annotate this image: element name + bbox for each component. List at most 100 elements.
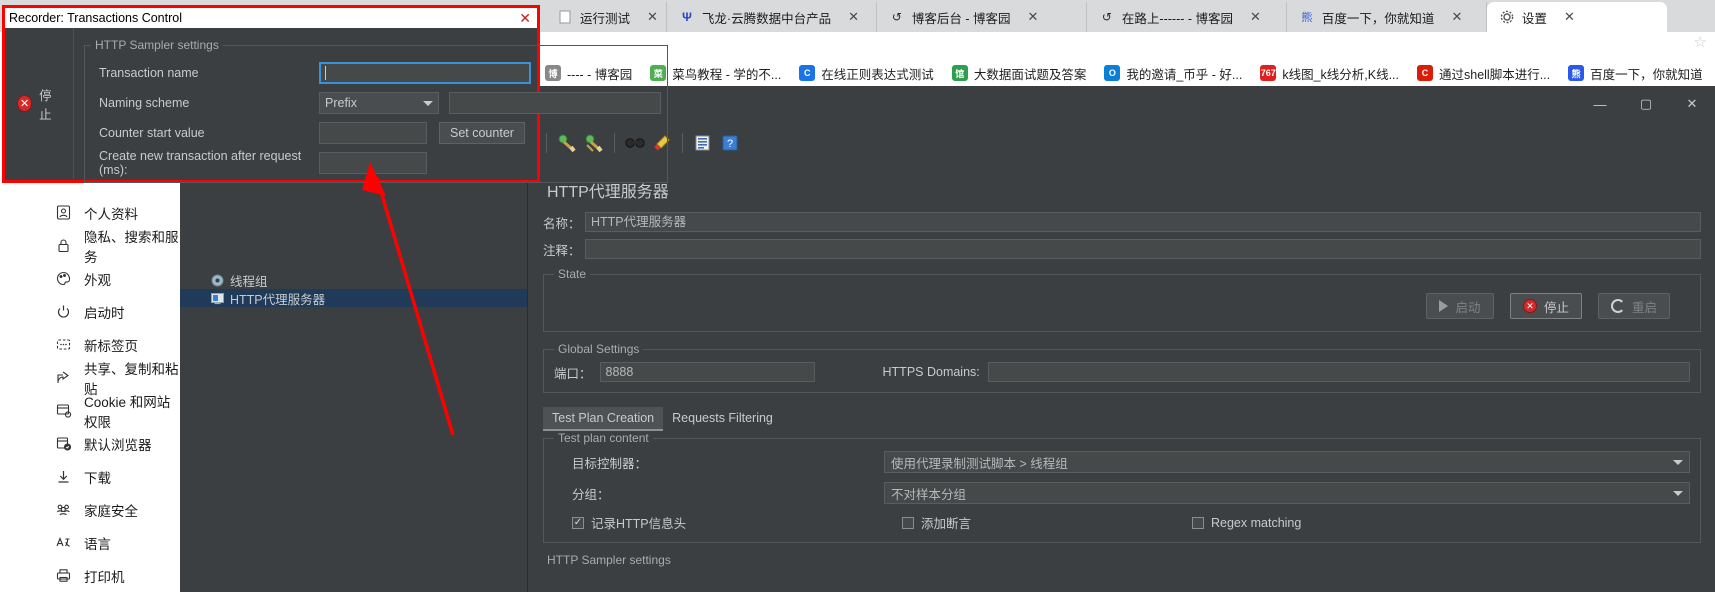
play-icon: [1439, 300, 1449, 312]
sidebar-item-11[interactable]: 打印机: [0, 559, 180, 592]
transaction-name-input[interactable]: [319, 62, 531, 84]
close-button[interactable]: ✕: [1669, 86, 1715, 122]
tab-close-icon[interactable]: ✕: [848, 9, 859, 25]
sidebar-item-1[interactable]: 隐私、搜索和服务: [0, 229, 180, 265]
browser-tab[interactable]: Ψ 飞龙·云腾数据中台产品 ✕: [667, 2, 877, 32]
profile-icon: [55, 204, 72, 221]
browser-tab[interactable]: ↺ 博客后台 - 博客园 ✕: [877, 2, 1087, 32]
browser-tab[interactable]: ↺ 在路上------ - 博客园 ✕: [1087, 2, 1287, 32]
port-label: 端口：: [554, 366, 592, 381]
tab-label: 博客后台 - 博客园: [911, 11, 1011, 26]
power-icon: [55, 303, 72, 320]
tab-requests-filtering[interactable]: Requests Filtering: [663, 407, 782, 431]
tree-node-0[interactable]: 线程组: [180, 271, 527, 289]
tree-node-1[interactable]: HTTP代理服务器: [180, 289, 527, 307]
function-helper-icon[interactable]: [692, 132, 714, 154]
sidebar-item-2[interactable]: 外观: [0, 262, 180, 295]
page-title: HTTP代理服务器: [547, 184, 669, 201]
chevron-down-icon: [423, 100, 433, 106]
port-input[interactable]: 8888: [599, 362, 815, 382]
bookmark-item[interactable]: C 在线正则表达式测试: [799, 64, 934, 83]
comment-input[interactable]: [585, 239, 1701, 259]
tab-close-icon[interactable]: ✕: [1451, 9, 1462, 25]
tab-close-icon[interactable]: ✕: [1028, 9, 1039, 25]
palette-icon: [55, 270, 72, 287]
checkbox-regex-matching[interactable]: Regex matching: [1192, 516, 1301, 530]
interview-icon: 馆: [951, 65, 968, 81]
http-sampler-settings-legend: HTTP Sampler settings: [95, 38, 219, 52]
bookmark-label: 通过shell脚本进行...: [1439, 67, 1551, 82]
bookmark-item[interactable]: 767 k线图_k线分析,K线...: [1260, 64, 1399, 83]
thread-group-icon: [210, 273, 224, 287]
new-transaction-input[interactable]: [319, 152, 427, 174]
comment-field-row: 注释：: [543, 239, 1701, 259]
restart-button[interactable]: 重启: [1597, 293, 1670, 319]
checkbox-record-http-headers[interactable]: ✓ 记录HTTP信息头: [572, 513, 902, 532]
naming-scheme-extra-input[interactable]: [449, 92, 661, 114]
bookmark-item[interactable]: C 通过shell脚本进行...: [1417, 64, 1550, 83]
checkbox-label: 记录HTTP信息头: [591, 517, 687, 531]
close-icon[interactable]: ✕: [519, 10, 531, 27]
naming-scheme-row: Naming scheme Prefix: [91, 90, 661, 116]
bookmark-item[interactable]: 熊百度一下，你就知道: [1568, 64, 1703, 83]
collections-star-icon[interactable]: ☆: [1694, 33, 1707, 51]
sidebar-item-9[interactable]: 家庭安全: [0, 493, 180, 526]
language-icon: [55, 534, 72, 551]
sidebar-item-label: 个人资料: [84, 206, 138, 222]
target-controller-label: 目标控制器：: [572, 456, 648, 471]
tab-close-icon[interactable]: ✕: [1250, 9, 1261, 25]
sidebar-item-8[interactable]: 下载: [0, 460, 180, 493]
https-domains-input[interactable]: [987, 362, 1690, 382]
recorder-stop-label: 停止: [39, 88, 52, 122]
bookmark-item[interactable]: 馆大数据面试题及答案: [951, 64, 1086, 83]
sidebar-item-5[interactable]: 共享、复制和粘贴: [0, 361, 180, 397]
bookmark-label: 我的邀请_币乎 - 好...: [1126, 67, 1243, 82]
help-icon[interactable]: ?: [719, 132, 741, 154]
jmeter-test-plan-tree: 线程组 HTTP代理服务器: [180, 164, 528, 592]
comment-label: 注释：: [543, 243, 581, 258]
share-icon: [55, 369, 72, 386]
target-controller-select[interactable]: 使用代理录制测试脚本 > 线程组: [884, 451, 1690, 473]
tab-close-icon[interactable]: ✕: [647, 9, 658, 25]
start-button[interactable]: 启动: [1425, 293, 1494, 319]
checkbox-label: Regex matching: [1211, 515, 1302, 530]
stop-icon: ✕: [1522, 299, 1537, 313]
name-label: 名称：: [543, 216, 581, 231]
tab-close-icon[interactable]: ✕: [1564, 9, 1575, 25]
recorder-stop-button[interactable]: ✕ 停止: [5, 89, 73, 122]
state-button-row: 启动 ✕ 停止 重启: [554, 287, 1690, 321]
https-domains-label: HTTPS Domains:: [882, 365, 980, 379]
grouping-select[interactable]: 不对样本分组: [884, 482, 1690, 504]
browser-tab[interactable]: 熊百度一下，你就知道 ✕: [1287, 2, 1487, 32]
naming-scheme-select[interactable]: Prefix: [319, 92, 439, 114]
minimize-button[interactable]: —: [1577, 86, 1623, 122]
checkbox-box: ✓: [572, 516, 584, 529]
name-input[interactable]: HTTP代理服务器: [585, 212, 1701, 232]
counter-start-row: Counter start value Set counter: [91, 120, 661, 146]
sidebar-item-10[interactable]: 语言: [0, 526, 180, 559]
page-icon: [557, 9, 573, 25]
recorder-stop-panel: ✕ 停止: [5, 28, 74, 179]
tree-node-label: HTTP代理服务器: [230, 292, 326, 307]
sidebar-item-6[interactable]: Cookie 和网站权限: [0, 394, 180, 430]
bookmark-item[interactable]: O 我的邀请_币乎 - 好...: [1104, 64, 1242, 83]
csdn-icon: C: [1417, 65, 1433, 81]
sidebar-item-4[interactable]: 新标签页: [0, 328, 180, 361]
bookmark-label: 菜鸟教程 - 学的不...: [672, 67, 782, 82]
family-icon: [55, 501, 72, 518]
stop-button[interactable]: ✕ 停止: [1509, 293, 1582, 319]
test-plan-content-legend: Test plan content: [558, 431, 649, 445]
checkbox-label: 添加断言: [921, 517, 972, 531]
sidebar-item-3[interactable]: 启动时: [0, 295, 180, 328]
counter-start-input[interactable]: [319, 122, 427, 144]
restart-icon: [1610, 299, 1625, 313]
sidebar-item-7[interactable]: 默认浏览器: [0, 427, 180, 460]
checkbox-add-assertions[interactable]: 添加断言: [902, 513, 1192, 532]
state-group: State 启动 ✕ 停止 重启: [543, 267, 1701, 332]
default-browser-icon: [55, 435, 72, 452]
set-counter-button[interactable]: Set counter: [439, 122, 525, 144]
browser-tab[interactable]: 设置 ✕: [1486, 2, 1667, 32]
maximize-button[interactable]: ▢: [1623, 86, 1669, 122]
sidebar-item-0[interactable]: 个人资料: [0, 196, 180, 229]
tab-test-plan-creation[interactable]: Test Plan Creation: [543, 407, 664, 431]
